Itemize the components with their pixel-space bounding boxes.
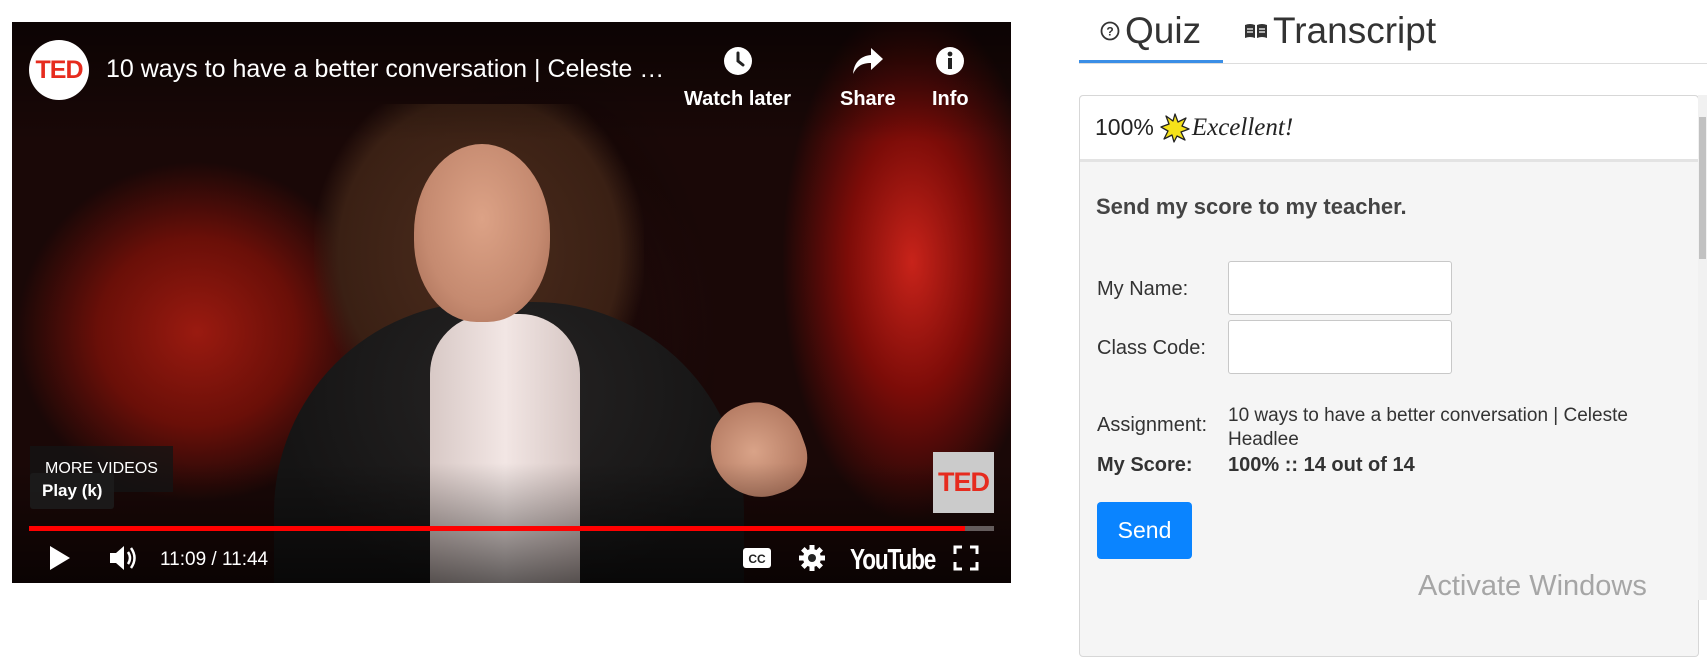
- class-code-label: Class Code:: [1097, 337, 1206, 359]
- svg-text:?: ?: [1106, 25, 1113, 39]
- play-icon: [48, 544, 72, 577]
- send-button[interactable]: Send: [1097, 502, 1192, 559]
- book-icon: [1244, 22, 1268, 40]
- send-score-heading: Send my score to my teacher.: [1096, 194, 1407, 219]
- share-button[interactable]: Share: [840, 42, 896, 111]
- gear-icon: [798, 544, 826, 577]
- star-burst-icon: [1160, 112, 1190, 143]
- tab-transcript-label: Transcript: [1273, 10, 1437, 51]
- score-percent: 100%: [1095, 114, 1154, 140]
- name-label: My Name:: [1097, 278, 1189, 300]
- score-header: 100% Excellent!: [1080, 96, 1698, 162]
- watch-later-button[interactable]: Watch later: [684, 42, 791, 111]
- volume-icon: [108, 543, 140, 578]
- watch-later-label: Watch later: [684, 88, 792, 110]
- settings-button[interactable]: [798, 542, 826, 578]
- score-grade: Excellent!: [1191, 113, 1294, 141]
- svg-text:CC: CC: [748, 552, 766, 566]
- share-arrow-icon: [851, 42, 885, 80]
- ted-watermark[interactable]: TED: [933, 452, 994, 513]
- question-circle-icon: ?: [1100, 21, 1120, 41]
- volume-button[interactable]: [108, 542, 140, 578]
- progress-fill: [29, 526, 966, 531]
- scrollbar-thumb[interactable]: [1699, 117, 1706, 259]
- time-display: 11:09 / 11:44: [160, 549, 269, 570]
- video-player[interactable]: TED 10 ways to have a better conversatio…: [12, 22, 1011, 583]
- assignment-label: Assignment:: [1097, 414, 1208, 436]
- progress-bar[interactable]: [29, 526, 994, 531]
- tab-divider: [1079, 63, 1707, 64]
- channel-logo[interactable]: TED: [29, 40, 89, 100]
- tab-quiz[interactable]: ? Quiz: [1100, 0, 1220, 62]
- fullscreen-button[interactable]: [953, 542, 979, 578]
- info-button[interactable]: Info: [932, 42, 969, 111]
- info-icon: [934, 42, 966, 80]
- my-score-value: 100% :: 14 out of 14: [1228, 454, 1415, 476]
- closed-captions-icon: CC: [742, 546, 772, 575]
- fullscreen-icon: [953, 545, 979, 576]
- assignment-value: 10 ways to have a better conversation | …: [1228, 405, 1628, 450]
- captions-button[interactable]: CC: [742, 542, 772, 578]
- name-input[interactable]: [1228, 261, 1452, 315]
- tab-quiz-label: Quiz: [1125, 10, 1202, 51]
- play-button[interactable]: [48, 542, 72, 578]
- my-score-label: My Score:: [1097, 454, 1193, 476]
- speaker-face: [414, 144, 550, 322]
- class-code-input[interactable]: [1228, 320, 1452, 374]
- clock-icon: [722, 42, 754, 80]
- share-label: Share: [840, 88, 896, 110]
- video-title[interactable]: 10 ways to have a better conversation | …: [106, 55, 676, 84]
- tab-transcript[interactable]: Transcript: [1244, 0, 1436, 62]
- activate-windows-watermark: Activate Windows: [1418, 570, 1647, 602]
- youtube-logo[interactable]: YouTube: [850, 542, 936, 578]
- play-tooltip: Play (k): [30, 473, 115, 509]
- info-label: Info: [932, 88, 969, 110]
- scrollbar[interactable]: [1698, 95, 1707, 600]
